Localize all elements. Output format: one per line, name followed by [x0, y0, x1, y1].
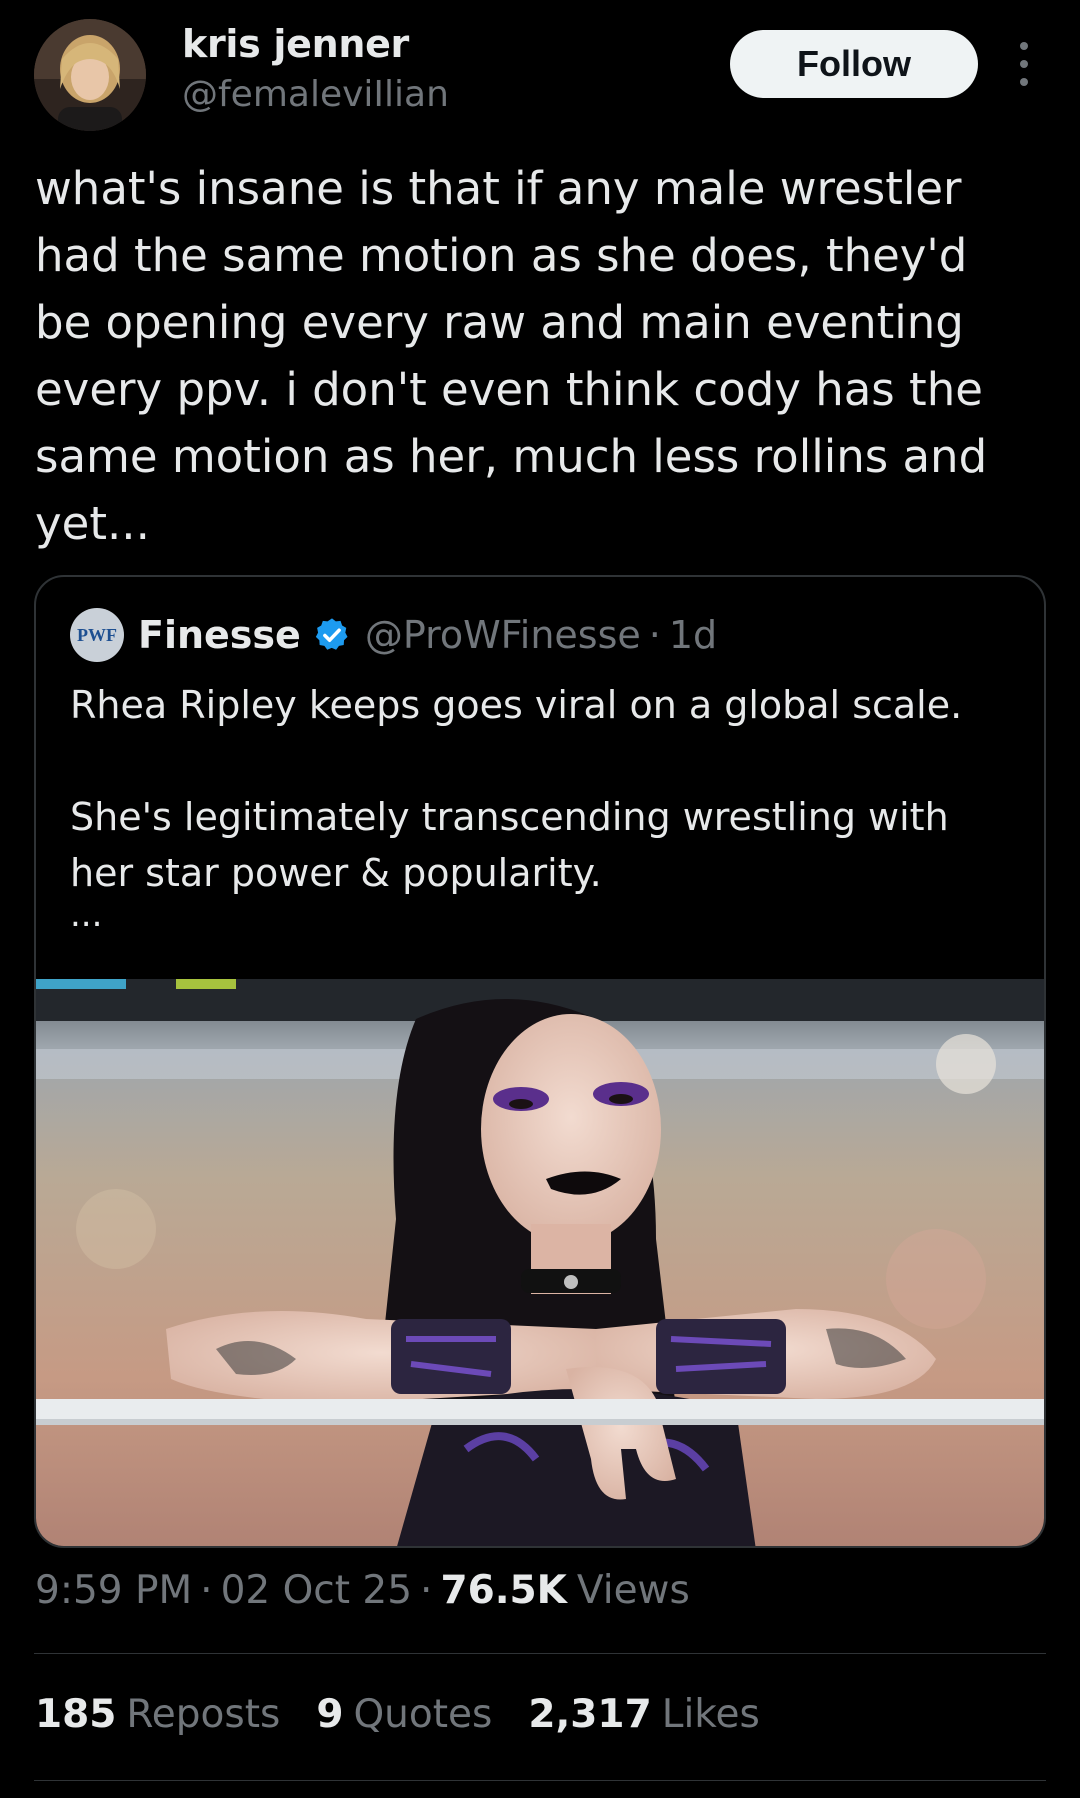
tweet-date[interactable]: 02 Oct 25 [221, 1568, 412, 1613]
quoted-tweet-time[interactable]: 1d [669, 613, 717, 657]
quoted-tweet-photo[interactable] [36, 979, 1044, 1546]
reposts-stat[interactable]: 185 Reposts [35, 1692, 280, 1737]
verified-badge-icon [315, 618, 348, 650]
meta-separator: · [420, 1568, 433, 1613]
reposts-label: Reposts [126, 1692, 281, 1737]
tweet-time[interactable]: 9:59 PM [35, 1568, 192, 1613]
quoted-author-handle[interactable]: @ProWFinesse [365, 613, 641, 657]
likes-count: 2,317 [528, 1692, 652, 1737]
engagement-stats: 185 Reposts 9 Quotes 2,317 Likes [35, 1692, 796, 1737]
quoted-tweet-header: PWF Finesse @ProWFinesse · 1d [70, 608, 717, 662]
wrestler-photo [36, 979, 1044, 1546]
tweet-detail: kris jenner @femaleviIlian Follow what's… [0, 0, 1080, 1798]
author-handle[interactable]: @femaleviIlian [182, 74, 449, 115]
divider [34, 1780, 1046, 1781]
reposts-count: 185 [35, 1692, 117, 1737]
views-label[interactable]: Views [577, 1568, 690, 1613]
tweet-meta: 9:59 PM · 02 Oct 25 · 76.5K Views [35, 1568, 690, 1613]
quoted-time-separator: · [648, 613, 661, 657]
quotes-label: Quotes [353, 1692, 493, 1737]
divider [34, 1653, 1046, 1654]
likes-label: Likes [661, 1692, 760, 1737]
quotes-stat[interactable]: 9 Quotes [316, 1692, 492, 1737]
author-name[interactable]: kris jenner [182, 22, 409, 66]
more-vertical-icon[interactable] [1008, 42, 1040, 86]
quoted-author-avatar[interactable]: PWF [70, 608, 124, 662]
views-count[interactable]: 76.5K [440, 1568, 566, 1613]
quoted-author-name[interactable]: Finesse [138, 613, 301, 657]
meta-separator: · [200, 1568, 213, 1613]
quoted-tweet-text: Rhea Ripley keeps goes viral on a global… [70, 683, 963, 895]
quotes-count: 9 [316, 1692, 344, 1737]
quoted-tweet-card[interactable]: PWF Finesse @ProWFinesse · 1d Rhea Riple… [34, 575, 1046, 1548]
avatar-image [34, 19, 146, 131]
tweet-text: what's insane is that if any male wrestl… [35, 162, 988, 550]
likes-stat[interactable]: 2,317 Likes [528, 1692, 759, 1737]
quoted-tweet-ellipsis: ... [70, 895, 103, 935]
author-avatar[interactable] [34, 19, 146, 131]
follow-button[interactable]: Follow [730, 30, 978, 98]
